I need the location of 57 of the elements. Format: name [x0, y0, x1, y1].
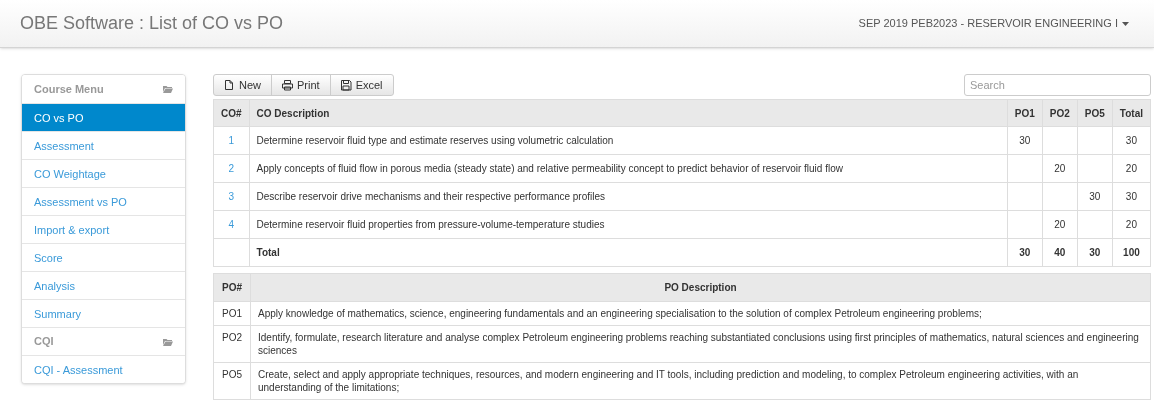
menu-item[interactable]: Analysis: [22, 271, 185, 299]
menu-item[interactable]: Score: [22, 243, 185, 271]
menu-item[interactable]: Assessment vs PO: [22, 187, 185, 215]
table-cell: 20: [1112, 210, 1151, 239]
table-cell: Apply concepts of fluid flow in porous media (steady state) and relative permeability concept to predict behavior of reservoir fluid flow: [249, 154, 1008, 183]
column-header: PO Description: [250, 273, 1151, 302]
table-cell: Create, select and apply appropriate techniques, resources, and modern engineering and IT tools, including prediction and modeling, to complex Petroleum engineering activities, with an understanding of the limitations;: [250, 362, 1151, 400]
table-cell: 30: [1007, 126, 1043, 155]
table-cell: 30: [1077, 238, 1113, 267]
course-dropdown[interactable]: SEP 2019 PEB2023 - RESERVOIR ENGINEERING I: [858, 15, 1134, 32]
toolbar-button[interactable]: Print: [271, 74, 331, 96]
table-cell: 20: [1042, 154, 1078, 183]
document-icon: [224, 79, 235, 91]
menu-item[interactable]: CO vs PO: [22, 103, 185, 131]
toolbar-button[interactable]: Excel: [329, 74, 394, 96]
menu-section-title: Course Menu: [34, 81, 104, 97]
column-header: CO Description: [249, 99, 1008, 127]
table-cell: 20: [1112, 154, 1151, 183]
table-cell: Determine reservoir fluid type and estimate reserves using volumetric calculation: [249, 126, 1008, 155]
page-title: OBE Software : List of CO vs PO: [20, 12, 284, 35]
caret-icon: [1122, 21, 1129, 26]
table-cell: Apply knowledge of mathematics, science, engineering fundamentals and an engineering specialisation to the solution of complex Petroleum engineering problems;: [250, 301, 1151, 326]
column-header: PO#: [213, 273, 251, 302]
table-cell: 2: [213, 154, 250, 183]
table-cell: 1: [213, 126, 250, 155]
table-cell: 30: [1077, 182, 1113, 211]
menu-item[interactable]: CQI - Assessment: [22, 355, 185, 383]
table-cell: 4: [213, 210, 250, 239]
table-cell: Determine reservoir fluid properties from pressure-volume-temperature studies: [249, 210, 1008, 239]
printer-icon: [282, 79, 293, 91]
column-header: Total: [1112, 99, 1151, 127]
table-cell: PO1: [213, 301, 251, 326]
table-cell: 30: [1112, 126, 1151, 155]
column-header: PO1: [1007, 99, 1043, 127]
folder-icon: [163, 85, 173, 93]
table-cell: 20: [1042, 210, 1078, 239]
table-cell: 30: [1112, 182, 1151, 211]
table-cell: 30: [1007, 238, 1043, 267]
menu-item[interactable]: CO Weightage: [22, 159, 185, 187]
table-cell: 100: [1112, 238, 1151, 267]
menu-item[interactable]: Summary: [22, 299, 185, 327]
table-cell: PO2: [213, 325, 251, 363]
table-cell: Describe reservoir drive mechanisms and their respective performance profiles: [249, 182, 1008, 211]
menu-item[interactable]: Assessment: [22, 131, 185, 159]
table-cell: 3: [213, 182, 250, 211]
table-cell: Total: [249, 238, 1008, 267]
folder-icon: [163, 337, 173, 346]
table-cell: 40: [1042, 238, 1078, 267]
table-cell: Identify, formulate, research literature and analyse complex Petroleum engineering problems reaching substantiated conclusions using first principles of mathematics, natural sciences and engineering sciences: [250, 325, 1151, 363]
toolbar-button[interactable]: New: [213, 74, 272, 96]
table-cell: PO5: [213, 362, 251, 400]
search-field[interactable]: Search: [964, 74, 1151, 96]
menu-item[interactable]: Import & export: [22, 215, 185, 243]
column-header: PO2: [1042, 99, 1078, 127]
menu-section-title: CQI: [34, 334, 54, 350]
column-header: CO#: [213, 99, 250, 127]
column-header: PO5: [1077, 99, 1113, 127]
